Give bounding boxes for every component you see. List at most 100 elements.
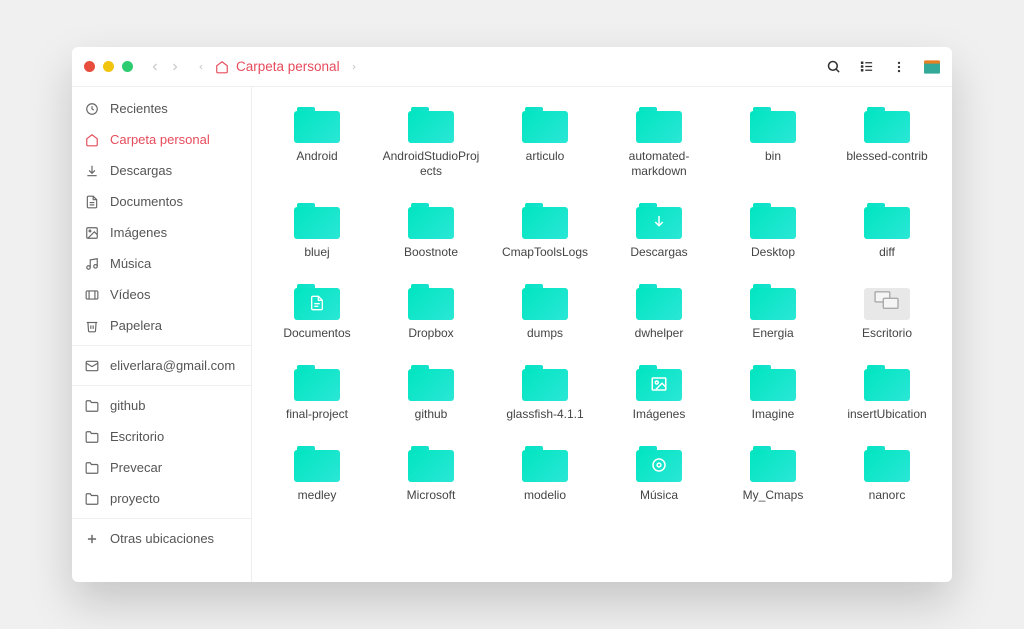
folder-item[interactable]: glassfish-4.1.1 [492,365,598,422]
music-icon [84,257,100,271]
folder-label: articulo [526,149,565,164]
sidebar: RecientesCarpeta personalDescargasDocume… [72,87,252,582]
folder-icon [84,461,100,475]
titlebar: Carpeta personal [72,47,952,87]
folder-icon [294,365,340,401]
breadcrumb-home[interactable]: Carpeta personal [215,59,340,74]
folder-icon [750,107,796,143]
folder-item[interactable]: bin [720,107,826,179]
folder-item[interactable]: My_Cmaps [720,446,826,503]
folder-item[interactable]: nanorc [834,446,940,503]
folder-item[interactable]: dumps [492,284,598,341]
sidebar-item-label: proyecto [110,491,160,506]
sidebar-bookmark-prevecar[interactable]: Prevecar [72,452,251,483]
folder-item[interactable]: github [378,365,484,422]
folder-item[interactable]: Microsoft [378,446,484,503]
folder-label: AndroidStudioProjects [381,149,481,179]
document-icon [294,294,340,312]
sidebar-bookmark-proyecto[interactable]: proyecto [72,483,251,514]
folder-item[interactable]: bluej [264,203,370,260]
folder-icon [294,284,340,320]
sidebar-bookmark-github[interactable]: github [72,390,251,421]
sidebar-item-vídeos[interactable]: Vídeos [72,279,251,310]
folder-label: medley [298,488,337,503]
folder-icon [636,203,682,239]
folder-icon [864,203,910,239]
sidebar-item-carpeta-personal[interactable]: Carpeta personal [72,124,251,155]
folder-label: Escritorio [862,326,912,341]
sidebar-item-documentos[interactable]: Documentos [72,186,251,217]
nav-forward-button[interactable] [169,61,189,73]
folder-item[interactable]: Desktop [720,203,826,260]
folder-label: My_Cmaps [743,488,804,503]
folder-icon [522,446,568,482]
folder-label: Imagine [752,407,795,422]
maximize-window-button[interactable] [122,61,133,72]
folder-item[interactable]: medley [264,446,370,503]
folder-icon [522,365,568,401]
folder-item[interactable]: blessed-contrib [834,107,940,179]
folder-item[interactable]: AndroidStudioProjects [378,107,484,179]
desktop-icon [864,290,910,312]
view-toggle-button[interactable] [859,59,874,74]
nav-back-button[interactable] [149,61,169,73]
sidebar-item-imágenes[interactable]: Imágenes [72,217,251,248]
folder-item[interactable]: articulo [492,107,598,179]
sidebar-item-papelera[interactable]: Papelera [72,310,251,341]
sidebar-item-label: Vídeos [110,287,150,302]
sidebar-item-label: Imágenes [110,225,167,240]
sidebar-item-descargas[interactable]: Descargas [72,155,251,186]
folder-label: blessed-contrib [846,149,927,164]
folder-icon [408,107,454,143]
music-icon [636,456,682,474]
file-manager-window: Carpeta personal RecientesCarpeta person… [72,47,952,582]
folder-label: Dropbox [408,326,453,341]
sidebar-item-recientes[interactable]: Recientes [72,93,251,124]
folder-icon [84,399,100,413]
folder-label: insertUbication [847,407,926,422]
folder-item[interactable]: Boostnote [378,203,484,260]
folder-item[interactable]: Música [606,446,712,503]
folder-icon [636,365,682,401]
folder-icon [408,284,454,320]
sidebar-account[interactable]: eliverlara@gmail.com [72,350,251,381]
download-icon [636,213,682,231]
folder-label: Energia [752,326,793,341]
folder-item[interactable]: modelio [492,446,598,503]
sidebar-other-locations[interactable]: Otras ubicaciones [72,523,251,554]
plus-icon [84,532,100,546]
folder-item[interactable]: automated-markdown [606,107,712,179]
folder-label: bluej [304,245,329,260]
folder-item[interactable]: insertUbication [834,365,940,422]
close-window-button[interactable] [84,61,95,72]
folder-item[interactable]: Dropbox [378,284,484,341]
minimize-window-button[interactable] [103,61,114,72]
folder-icon [84,430,100,444]
menu-button[interactable] [892,60,906,74]
folder-label: automated-markdown [609,149,709,179]
sidebar-item-música[interactable]: Música [72,248,251,279]
document-icon [84,195,100,209]
folder-item[interactable]: Energia [720,284,826,341]
folder-item[interactable]: CmapToolsLogs [492,203,598,260]
folder-icon [522,284,568,320]
folder-icon [84,492,100,506]
sidebar-bookmark-escritorio[interactable]: Escritorio [72,421,251,452]
folder-icon [636,284,682,320]
folder-item[interactable]: Escritorio [834,284,940,341]
clock-icon [84,102,100,116]
folder-item[interactable]: Imagine [720,365,826,422]
folder-label: Música [640,488,678,503]
sidebar-item-label: Escritorio [110,429,164,444]
folder-content: Android AndroidStudioProjects articulo auto… [252,87,952,582]
folder-item[interactable]: Android [264,107,370,179]
folder-label: dumps [527,326,563,341]
folder-item[interactable]: Documentos [264,284,370,341]
folder-item[interactable]: Imágenes [606,365,712,422]
folder-label: modelio [524,488,566,503]
search-button[interactable] [826,59,841,74]
folder-item[interactable]: dwhelper [606,284,712,341]
folder-item[interactable]: Descargas [606,203,712,260]
folder-item[interactable]: diff [834,203,940,260]
folder-item[interactable]: final-project [264,365,370,422]
